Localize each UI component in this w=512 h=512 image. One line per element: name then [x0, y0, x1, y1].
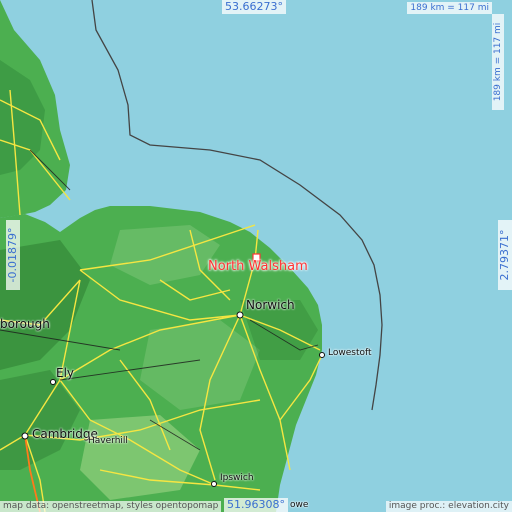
city-label-peterborough: borough: [0, 317, 50, 331]
map-attribution: map data: openstreetmap, styles opentopo…: [0, 501, 222, 512]
city-label-haverhill: Haverhill: [88, 436, 128, 446]
east-longitude-label: 2.79371°: [498, 220, 512, 290]
focus-place-label: North Walsham: [208, 259, 308, 274]
west-longitude-label: -0.01879°: [6, 220, 20, 290]
city-label-lowestoft: Lowestoft: [328, 348, 372, 358]
city-label-ely: Ely: [56, 366, 75, 380]
city-label-ipswich: Ipswich: [220, 473, 254, 483]
scale-label-top: 189 km = 117 mi: [407, 2, 492, 14]
south-latitude-label: 51.96308°: [224, 498, 288, 512]
city-label-norwich: Norwich: [246, 298, 295, 312]
image-credit: image proc.: elevation.city: [385, 501, 512, 512]
map-view[interactable]: 53.66273° 51.96308° -0.01879° 2.79371° 1…: [0, 0, 512, 512]
north-latitude-label: 53.66273°: [222, 0, 286, 14]
scale-label-right: 189 km = 117 mi: [492, 14, 504, 110]
city-label-felixstowe: owe: [290, 500, 309, 510]
